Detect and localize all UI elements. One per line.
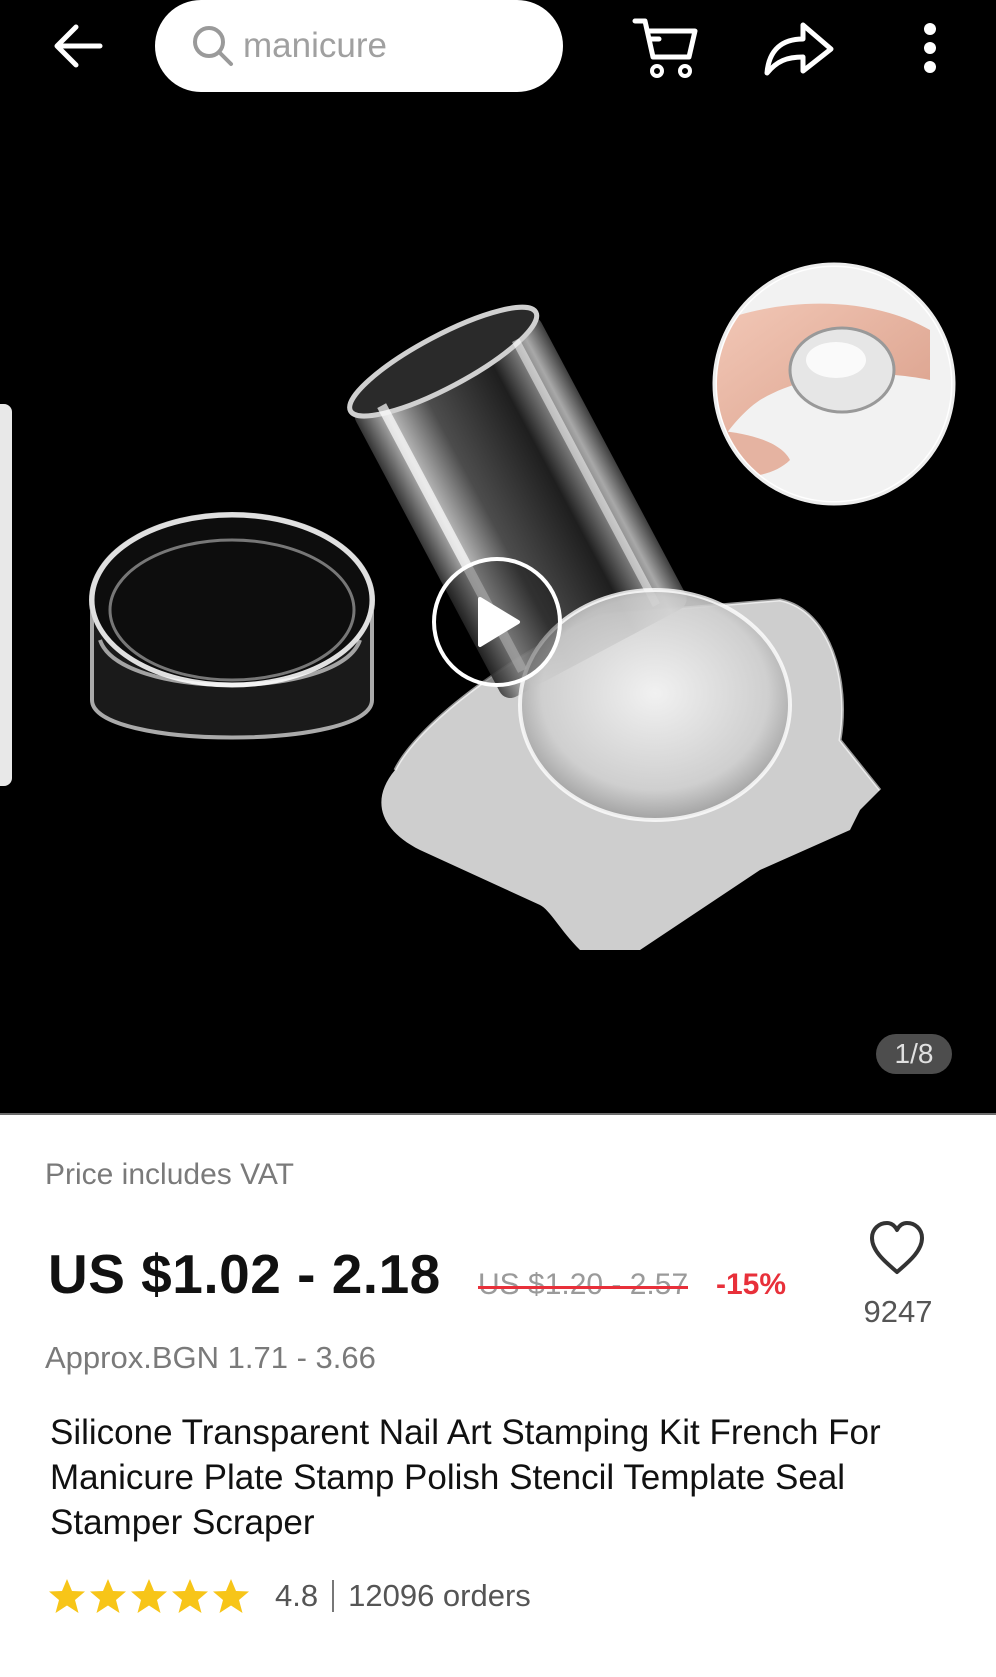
discount-badge: -15%	[716, 1268, 787, 1301]
rating-row[interactable]: 4.8 12096 orders	[48, 1574, 531, 1618]
star-icon	[131, 1579, 167, 1613]
image-counter: 1/8	[876, 1034, 952, 1074]
play-icon	[478, 597, 520, 647]
cart-button[interactable]	[620, 8, 712, 88]
star-icon	[172, 1579, 208, 1613]
share-button[interactable]	[752, 10, 844, 86]
wishlist-button[interactable]: 9247	[858, 1220, 934, 1340]
divider	[0, 1113, 996, 1115]
original-price: US $1.20 - 2.57	[478, 1268, 689, 1301]
orders-count: 12096 orders	[348, 1578, 531, 1613]
product-title: Silicone Transparent Nail Art Stamping K…	[50, 1413, 881, 1542]
cart-icon	[632, 18, 698, 78]
separator	[332, 1580, 335, 1612]
search-bar[interactable]	[155, 0, 563, 92]
wishlist-count: 9247	[863, 1294, 933, 1329]
heart-icon	[870, 1221, 924, 1274]
star-icon	[213, 1579, 249, 1613]
approx-local-price: Approx.BGN 1.71 - 3.66	[45, 1340, 376, 1375]
search-icon	[193, 26, 233, 66]
share-icon	[764, 22, 834, 76]
star-icon	[49, 1579, 85, 1613]
product-gallery[interactable]: 1/8	[0, 0, 996, 1115]
rating-stars	[48, 1578, 253, 1614]
rating-value: 4.8	[275, 1578, 319, 1613]
arrow-left-icon	[54, 24, 103, 68]
play-video-button[interactable]	[432, 557, 562, 687]
search-input[interactable]	[243, 26, 543, 66]
more-vertical-icon	[924, 23, 936, 73]
top-bar	[0, 0, 996, 100]
more-options-button[interactable]	[900, 10, 960, 86]
product-info: Price includes VAT US $1.02 - 2.18 US $1…	[0, 1118, 996, 1677]
price: US $1.02 - 2.18	[48, 1243, 441, 1305]
back-button[interactable]	[40, 12, 116, 80]
star-icon	[90, 1579, 126, 1613]
side-drawer-handle[interactable]	[0, 404, 12, 786]
vat-note: Price includes VAT	[45, 1158, 294, 1191]
